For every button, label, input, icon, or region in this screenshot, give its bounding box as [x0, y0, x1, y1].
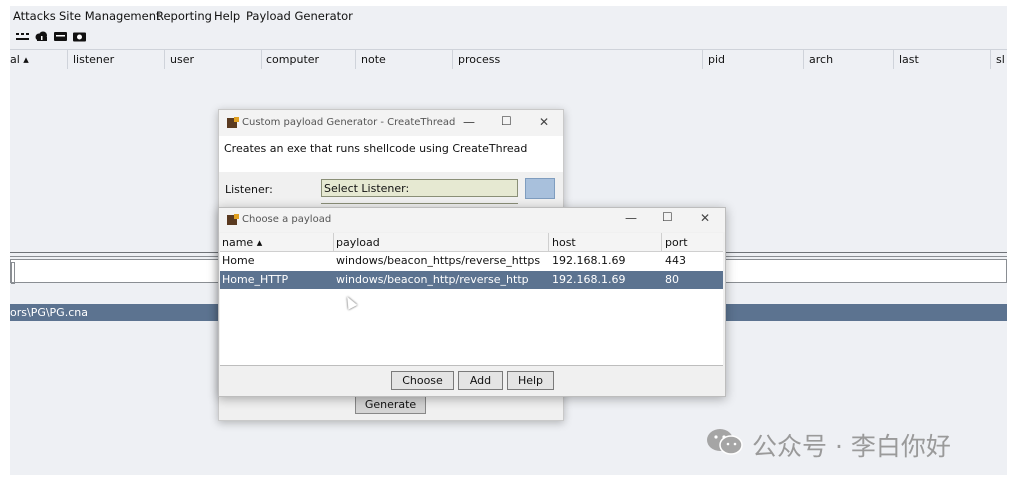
table-row-selected[interactable]: Home_HTTP windows/beacon_http/reverse_ht… — [220, 271, 723, 289]
choose-button[interactable]: Choose — [391, 371, 454, 390]
keyboard-icon[interactable] — [54, 31, 67, 42]
col-user[interactable]: user — [170, 53, 194, 66]
java-app-icon — [227, 117, 239, 128]
tab-stub[interactable] — [11, 262, 15, 284]
generator-title: Custom payload Generator - CreateThread — [242, 117, 456, 128]
cell-host: 192.168.1.69 — [552, 273, 626, 286]
col-internal[interactable]: al ▴ — [10, 53, 29, 66]
col-name[interactable]: name ▴ — [222, 236, 262, 249]
menu-site-management[interactable]: Site Management — [59, 9, 161, 23]
listener-select-button[interactable] — [525, 178, 555, 199]
minimize-icon[interactable]: — — [463, 115, 475, 129]
toolbar — [10, 28, 1007, 46]
col-process[interactable]: process — [458, 53, 500, 66]
menu-reporting[interactable]: Reporting — [156, 9, 212, 23]
maximize-icon[interactable]: ☐ — [662, 210, 673, 224]
generator-titlebar[interactable]: Custom payload Generator - CreateThread … — [219, 110, 563, 136]
table-row[interactable]: Home windows/beacon_https/reverse_https … — [220, 252, 723, 270]
dialog-button-bar: Choose Add Help — [219, 366, 725, 396]
col-payload[interactable]: payload — [336, 236, 380, 249]
col-sleep[interactable]: sl — [996, 53, 1005, 66]
cell-name: Home_HTTP — [222, 273, 289, 286]
camera-icon[interactable] — [73, 31, 86, 42]
payload-table-header: name ▴ payload host port — [220, 233, 723, 252]
menu-help[interactable]: Help — [214, 9, 240, 23]
choose-payload-dialog: Choose a payload — ☐ ✕ name ▴ payload ho… — [218, 207, 726, 397]
cell-port: 80 — [665, 273, 679, 286]
cell-name: Home — [222, 254, 255, 267]
cell-payload: windows/beacon_https/reverse_https — [336, 254, 541, 267]
col-last[interactable]: last — [899, 53, 919, 66]
col-host[interactable]: host — [552, 236, 576, 249]
cell-payload: windows/beacon_http/reverse_http — [336, 273, 529, 286]
sessions-table-header: al ▴ listener user computer note process… — [10, 49, 1007, 70]
col-port[interactable]: port — [665, 236, 688, 249]
connections-icon[interactable] — [16, 31, 29, 42]
dialog-titlebar[interactable]: Choose a payload — ☐ ✕ — [219, 208, 725, 232]
java-app-icon — [227, 214, 239, 225]
listener-label: Listener: — [225, 183, 273, 196]
menu-payload-generator[interactable]: Payload Generator — [246, 9, 353, 23]
dialog-title: Choose a payload — [242, 214, 332, 225]
wechat-icon — [707, 429, 743, 455]
script-path: ors\PG\PG.cna — [10, 306, 88, 319]
menubar: Attacks Site Management Reporting Help P… — [10, 6, 1007, 26]
cell-host: 192.168.1.69 — [552, 254, 626, 267]
listener-field[interactable]: Select Listener: — [321, 179, 518, 197]
close-icon[interactable]: ✕ — [539, 115, 549, 129]
minimize-icon[interactable]: — — [625, 211, 637, 225]
col-note[interactable]: note — [361, 53, 386, 66]
generator-description: Creates an exe that runs shellcode using… — [224, 142, 528, 155]
help-button[interactable]: Help — [507, 371, 554, 390]
col-computer[interactable]: computer — [266, 53, 319, 66]
watermark-text: 公众号 · 李白你好 — [752, 432, 951, 461]
cloud-icon[interactable] — [35, 31, 48, 42]
close-icon[interactable]: ✕ — [700, 211, 710, 225]
payload-table-body: Home windows/beacon_https/reverse_https … — [220, 252, 723, 366]
col-pid[interactable]: pid — [708, 53, 725, 66]
generator-description-panel: Creates an exe that runs shellcode using… — [219, 136, 563, 172]
maximize-icon[interactable]: ☐ — [501, 114, 512, 128]
cell-port: 443 — [665, 254, 686, 267]
menu-attacks[interactable]: Attacks — [13, 9, 56, 23]
add-button[interactable]: Add — [458, 371, 503, 390]
generate-button[interactable]: Generate — [355, 396, 426, 414]
col-listener[interactable]: listener — [73, 53, 114, 66]
col-arch[interactable]: arch — [809, 53, 833, 66]
